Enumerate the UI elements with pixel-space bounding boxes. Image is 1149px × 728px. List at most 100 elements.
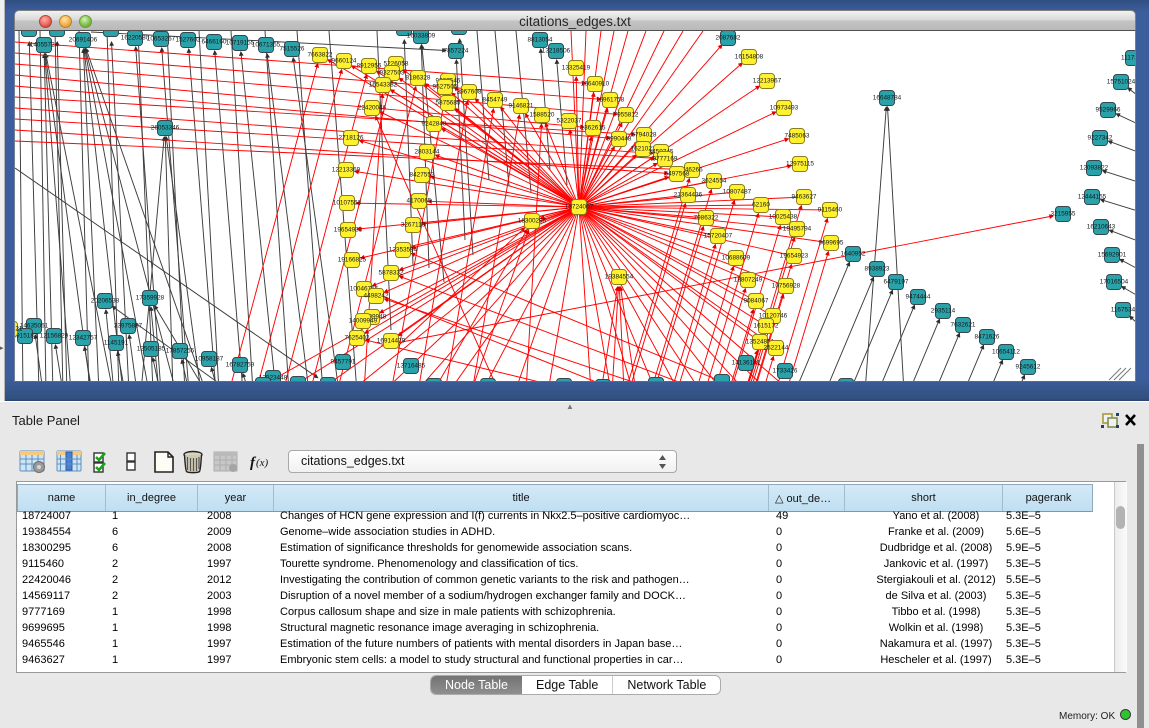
svg-text:2718126: 2718126 bbox=[339, 135, 364, 142]
svg-text:21364436: 21364436 bbox=[674, 192, 703, 199]
svg-text:8427552: 8427552 bbox=[410, 172, 435, 179]
svg-text:62160: 62160 bbox=[752, 202, 770, 209]
svg-text:19384554: 19384554 bbox=[605, 274, 634, 281]
svg-text:14009949: 14009949 bbox=[349, 318, 378, 325]
svg-text:16220580: 16220580 bbox=[121, 35, 150, 42]
svg-text:16914479: 16914479 bbox=[377, 338, 406, 345]
svg-text:1527602: 1527602 bbox=[176, 37, 201, 44]
svg-text:3267110: 3267110 bbox=[401, 222, 426, 229]
svg-text:1362615: 1362615 bbox=[581, 125, 606, 132]
svg-text:4170065: 4170065 bbox=[407, 198, 432, 205]
svg-text:26053346: 26053346 bbox=[151, 125, 180, 132]
svg-text:19495794: 19495794 bbox=[783, 226, 812, 233]
svg-text:16033809: 16033809 bbox=[407, 33, 436, 40]
svg-text:33975887: 33975887 bbox=[114, 323, 143, 330]
svg-text:6794028: 6794028 bbox=[632, 132, 657, 139]
svg-text:7485063: 7485063 bbox=[785, 133, 810, 140]
svg-text:16210643: 16210643 bbox=[1087, 224, 1116, 231]
svg-text:14136141: 14136141 bbox=[732, 360, 761, 367]
svg-text:13325419: 13325419 bbox=[562, 65, 591, 72]
svg-text:7857224: 7857224 bbox=[444, 48, 469, 55]
svg-text:10688609: 10688609 bbox=[722, 255, 751, 262]
svg-text:8186328: 8186328 bbox=[406, 75, 431, 82]
svg-text:16154808: 16154808 bbox=[735, 54, 764, 61]
svg-text:12353594: 12353594 bbox=[389, 247, 418, 254]
svg-text:9529966: 9529966 bbox=[1096, 107, 1121, 114]
svg-text:5359421: 5359421 bbox=[15, 326, 23, 333]
svg-text:8938923: 8938923 bbox=[865, 266, 890, 273]
svg-text:10719155: 10719155 bbox=[226, 40, 255, 47]
svg-text:14055724: 14055724 bbox=[30, 42, 59, 49]
svg-text:1615172: 1615172 bbox=[754, 323, 779, 330]
svg-text:1640952: 1640952 bbox=[841, 251, 866, 258]
svg-text:9660124: 9660124 bbox=[332, 58, 357, 65]
svg-text:10973493: 10973493 bbox=[770, 105, 799, 112]
svg-text:19654933: 19654933 bbox=[334, 227, 363, 234]
svg-text:10958187: 10958187 bbox=[195, 356, 224, 363]
svg-text:3624554: 3624554 bbox=[702, 178, 727, 185]
svg-text:19166825: 19166825 bbox=[338, 257, 367, 264]
svg-text:12444155: 12444155 bbox=[1078, 194, 1107, 201]
svg-text:2967608: 2967608 bbox=[457, 89, 482, 96]
svg-text:16640910: 16640910 bbox=[581, 81, 610, 88]
svg-text:15692901: 15692901 bbox=[1098, 252, 1127, 259]
svg-text:5875685: 5875685 bbox=[436, 100, 461, 107]
svg-text:12213967: 12213967 bbox=[753, 78, 782, 85]
svg-text:12156829: 12156829 bbox=[40, 333, 69, 340]
svg-text:4498242: 4498242 bbox=[364, 293, 389, 300]
svg-text:10654112: 10654112 bbox=[992, 349, 1020, 356]
svg-text:12093822: 12093822 bbox=[1080, 165, 1109, 172]
svg-text:7986322: 7986322 bbox=[694, 215, 719, 222]
svg-text:1145191: 1145191 bbox=[104, 340, 129, 347]
svg-text:(x): (x) bbox=[256, 457, 269, 469]
svg-text:10653267: 10653267 bbox=[147, 36, 176, 43]
svg-text:3215955: 3215955 bbox=[1051, 211, 1076, 218]
svg-text:1733426: 1733426 bbox=[773, 368, 798, 375]
svg-text:6479197: 6479197 bbox=[884, 279, 909, 286]
svg-text:9227342: 9227342 bbox=[1088, 135, 1113, 142]
svg-text:9457791: 9457791 bbox=[331, 359, 356, 366]
svg-text:13716485: 13716485 bbox=[397, 363, 426, 370]
svg-text:9084067: 9084067 bbox=[744, 298, 769, 305]
svg-text:12505185: 12505185 bbox=[137, 346, 166, 353]
svg-text:9245612: 9245612 bbox=[1016, 364, 1041, 371]
svg-text:2522144: 2522144 bbox=[764, 345, 789, 352]
svg-text:1588520: 1588520 bbox=[530, 112, 555, 119]
svg-text:9146821: 9146821 bbox=[509, 103, 534, 110]
svg-text:3915183: 3915183 bbox=[15, 333, 38, 340]
svg-text:8912956: 8912956 bbox=[357, 63, 382, 70]
svg-text:16543382: 16543382 bbox=[369, 82, 398, 89]
svg-text:9527505: 9527505 bbox=[433, 84, 458, 91]
svg-text:10025438: 10025438 bbox=[769, 214, 798, 221]
svg-text:15720407: 15720407 bbox=[704, 233, 733, 240]
svg-text:5878332: 5878332 bbox=[379, 270, 404, 277]
svg-text:2935114: 2935114 bbox=[931, 308, 956, 315]
svg-text:1167534: 1167534 bbox=[1111, 307, 1136, 314]
svg-text:7955812: 7955812 bbox=[614, 112, 639, 119]
svg-text:2803144: 2803144 bbox=[415, 149, 440, 156]
svg-text:18300295: 18300295 bbox=[518, 218, 547, 225]
svg-text:10671355: 10671355 bbox=[252, 42, 281, 49]
svg-text:10756928: 10756928 bbox=[772, 283, 801, 290]
svg-text:6466160: 6466160 bbox=[202, 39, 227, 46]
svg-text:16648784: 16648784 bbox=[873, 95, 902, 102]
svg-text:18724007: 18724007 bbox=[565, 204, 594, 211]
svg-text:16782759: 16782759 bbox=[226, 362, 255, 369]
svg-text:15751024: 15751024 bbox=[1107, 79, 1136, 86]
svg-text:12213369: 12213369 bbox=[332, 167, 361, 174]
svg-text:13218506: 13218506 bbox=[542, 48, 571, 55]
svg-text:17359928: 17359928 bbox=[136, 295, 165, 302]
svg-text:20206538: 20206538 bbox=[91, 298, 120, 305]
svg-text:9699695: 9699695 bbox=[819, 240, 844, 247]
svg-text:7632621: 7632621 bbox=[951, 322, 976, 329]
svg-text:2087682: 2087682 bbox=[716, 35, 741, 42]
svg-text:20691406: 20691406 bbox=[69, 37, 98, 44]
svg-text:7625402: 7625402 bbox=[345, 335, 370, 342]
svg-text:12975115: 12975115 bbox=[786, 161, 814, 168]
svg-text:9242848: 9242848 bbox=[422, 121, 447, 128]
svg-text:9327503: 9327503 bbox=[380, 70, 405, 77]
svg-text:7663822: 7663822 bbox=[308, 52, 333, 59]
svg-text:16961758: 16961758 bbox=[596, 97, 625, 104]
svg-text:7515526: 7515526 bbox=[280, 46, 305, 53]
svg-text:9474444: 9474444 bbox=[906, 294, 931, 301]
